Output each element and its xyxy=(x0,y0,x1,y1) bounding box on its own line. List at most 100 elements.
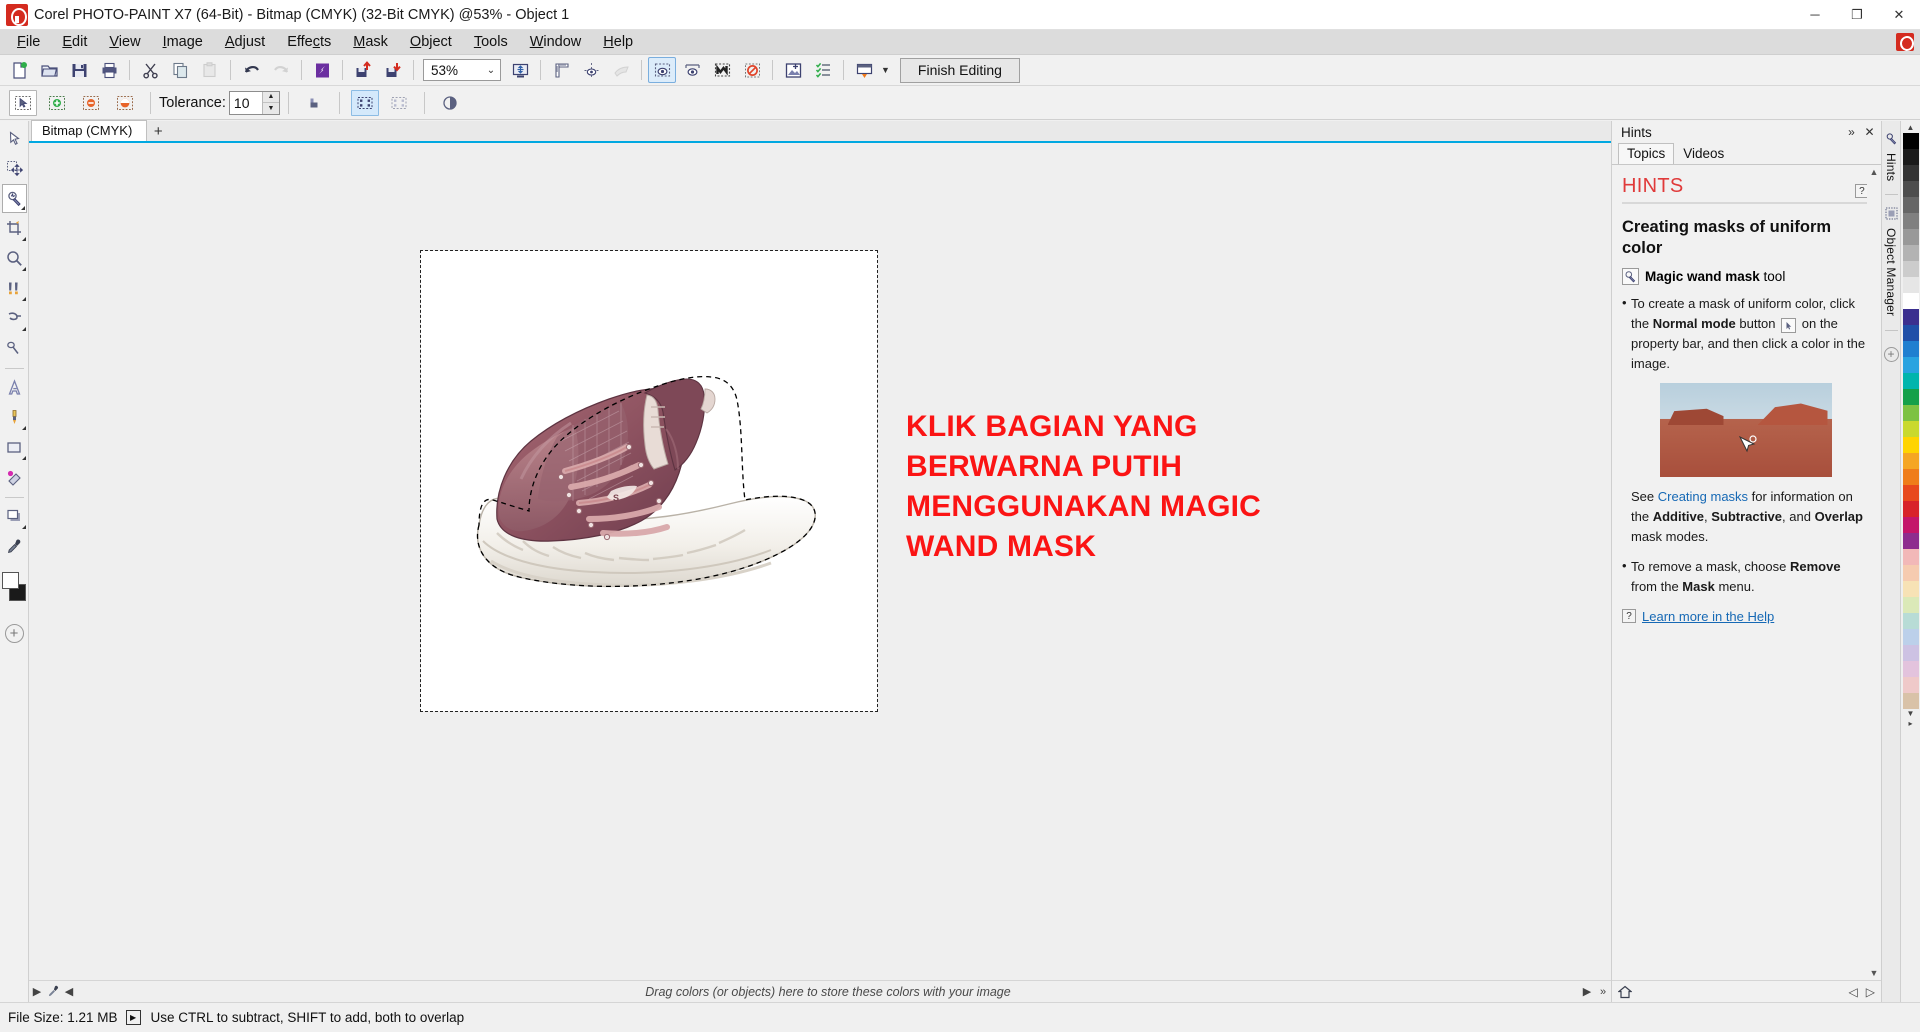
menu-object[interactable]: Object xyxy=(399,31,463,53)
flyout-arrow-icon[interactable] xyxy=(21,525,26,529)
palette-swatch[interactable] xyxy=(1902,213,1919,229)
anti-aliasing-button[interactable] xyxy=(300,90,328,116)
menu-window[interactable]: Window xyxy=(519,31,593,53)
palette-swatch[interactable] xyxy=(1902,629,1919,645)
menu-image[interactable]: Image xyxy=(152,31,214,53)
palette-swatch[interactable] xyxy=(1902,453,1919,469)
save-document-icon[interactable] xyxy=(65,57,93,83)
palette-swatch[interactable] xyxy=(1902,421,1919,437)
palette-more-icon[interactable]: » xyxy=(1595,986,1611,998)
flyout-arrow-icon[interactable] xyxy=(21,267,26,271)
palette-swatch[interactable] xyxy=(1902,581,1919,597)
mask-remove-icon[interactable] xyxy=(738,57,766,83)
shoe-image[interactable]: S xyxy=(461,329,851,629)
tolerance-input[interactable] xyxy=(229,91,262,114)
foreground-color-swatch[interactable] xyxy=(2,572,19,589)
export-icon[interactable] xyxy=(379,57,407,83)
palette-swatch[interactable] xyxy=(1902,229,1919,245)
palette-next-icon[interactable]: ▶ xyxy=(1579,985,1595,998)
palette-swatch-column[interactable] xyxy=(1902,133,1919,709)
palette-swatch[interactable] xyxy=(1902,357,1919,373)
vtab-hints[interactable]: Hints xyxy=(1884,147,1898,187)
docker-close-icon[interactable]: ✕ xyxy=(1862,125,1877,139)
palette-swatch[interactable] xyxy=(1902,405,1919,421)
new-document-icon[interactable] xyxy=(5,57,33,83)
palette-swatch[interactable] xyxy=(1902,245,1919,261)
palette-swatch[interactable] xyxy=(1902,693,1919,709)
feather-mask-button[interactable] xyxy=(385,90,413,116)
palette-swatch[interactable] xyxy=(1902,645,1919,661)
tool-rectangle[interactable] xyxy=(2,433,27,462)
flyout-arrow-icon[interactable] xyxy=(21,237,26,241)
flyout-arrow-icon[interactable] xyxy=(21,456,26,460)
maximize-button[interactable]: ❐ xyxy=(1836,0,1878,30)
eyedropper-small-icon[interactable] xyxy=(45,985,61,998)
palette-swatch[interactable] xyxy=(1902,517,1919,533)
xor-mode-button[interactable] xyxy=(111,90,139,116)
menu-view[interactable]: View xyxy=(98,31,151,53)
tool-effect[interactable] xyxy=(2,304,27,333)
undo-icon[interactable] xyxy=(237,57,265,83)
palette-swatch[interactable] xyxy=(1902,181,1919,197)
menu-effects[interactable]: Effects xyxy=(276,31,342,53)
docker-back-icon[interactable]: ◁ xyxy=(1849,985,1858,999)
menu-adjust[interactable]: Adjust xyxy=(214,31,276,53)
flyout-arrow-icon[interactable] xyxy=(21,426,26,430)
palette-swatch[interactable] xyxy=(1902,293,1919,309)
vtab-object-manager[interactable]: Object Manager xyxy=(1884,222,1898,322)
tool-pick[interactable] xyxy=(2,124,27,153)
palette-scroll-right-icon[interactable]: ▶ xyxy=(29,985,45,998)
palette-swatch[interactable] xyxy=(1902,565,1919,581)
open-document-icon[interactable] xyxy=(35,57,63,83)
add-tool-button[interactable]: + xyxy=(4,624,24,643)
application-launcher-icon[interactable] xyxy=(850,57,878,83)
palette-scroll-left-icon[interactable]: ◀ xyxy=(61,985,77,998)
flyout-arrow-icon[interactable] xyxy=(21,327,26,331)
tolerance-spin-up[interactable]: ▲ xyxy=(262,91,279,103)
palette-swatch[interactable] xyxy=(1902,437,1919,453)
chevron-down-icon[interactable]: ⌄ xyxy=(482,65,500,76)
flyout-arrow-icon[interactable] xyxy=(20,206,25,210)
palette-swatch[interactable] xyxy=(1902,613,1919,629)
subtractive-mode-button[interactable] xyxy=(77,90,105,116)
mask-marquee-visible-icon[interactable] xyxy=(648,57,676,83)
canvas-viewport[interactable]: S KLIK BAGIAN YANG BERWARNA PUTIH MENGGU… xyxy=(29,143,1611,980)
palette-swatch[interactable] xyxy=(1902,309,1919,325)
palette-swatch[interactable] xyxy=(1902,485,1919,501)
menu-edit[interactable]: Edit xyxy=(51,31,98,53)
palette-swatch[interactable] xyxy=(1902,373,1919,389)
palette-swatch[interactable] xyxy=(1902,677,1919,693)
learn-more-help-icon[interactable]: ? xyxy=(1622,609,1636,624)
rulers-toggle-icon[interactable] xyxy=(547,57,575,83)
minimize-button[interactable]: ─ xyxy=(1794,0,1836,30)
palette-swatch[interactable] xyxy=(1902,501,1919,517)
clip-mask-icon[interactable] xyxy=(708,57,736,83)
menu-help[interactable]: Help xyxy=(592,31,644,53)
menu-tools[interactable]: Tools xyxy=(463,31,519,53)
fit-to-window-icon[interactable] xyxy=(506,57,534,83)
palette-swatch[interactable] xyxy=(1902,197,1919,213)
tool-clone[interactable] xyxy=(2,334,27,363)
creating-masks-link[interactable]: Creating masks xyxy=(1658,489,1748,504)
palette-scroll-up-icon[interactable]: ▲ xyxy=(1907,123,1915,133)
palette-expand-icon[interactable]: ▸ xyxy=(1908,719,1912,729)
canvas-page[interactable]: S xyxy=(420,250,878,712)
hints-tab-icon[interactable] xyxy=(1885,132,1898,145)
new-object-icon[interactable] xyxy=(779,57,807,83)
tool-eyedropper[interactable] xyxy=(2,532,27,561)
palette-swatch[interactable] xyxy=(1902,389,1919,405)
tab-topics[interactable]: Topics xyxy=(1618,143,1675,164)
palette-swatch[interactable] xyxy=(1902,165,1919,181)
cut-icon[interactable] xyxy=(136,57,164,83)
tool-magic-wand-mask[interactable] xyxy=(1,184,27,213)
docker-collapse-icon[interactable]: » xyxy=(1844,125,1859,139)
docker-home-icon[interactable] xyxy=(1618,985,1632,999)
tolerance-spin-down[interactable]: ▼ xyxy=(262,103,279,114)
color-palette[interactable]: ▲ ▼ ▸ xyxy=(1900,121,1920,1002)
additive-mode-button[interactable] xyxy=(43,90,71,116)
hints-scroll-down-icon[interactable]: ▼ xyxy=(1870,968,1879,978)
tool-mask-transform[interactable] xyxy=(2,154,27,183)
learn-more-link[interactable]: Learn more in the Help xyxy=(1642,609,1774,624)
zoom-level-combo[interactable]: 53% ⌄ xyxy=(423,59,501,81)
palette-swatch[interactable] xyxy=(1902,149,1919,165)
